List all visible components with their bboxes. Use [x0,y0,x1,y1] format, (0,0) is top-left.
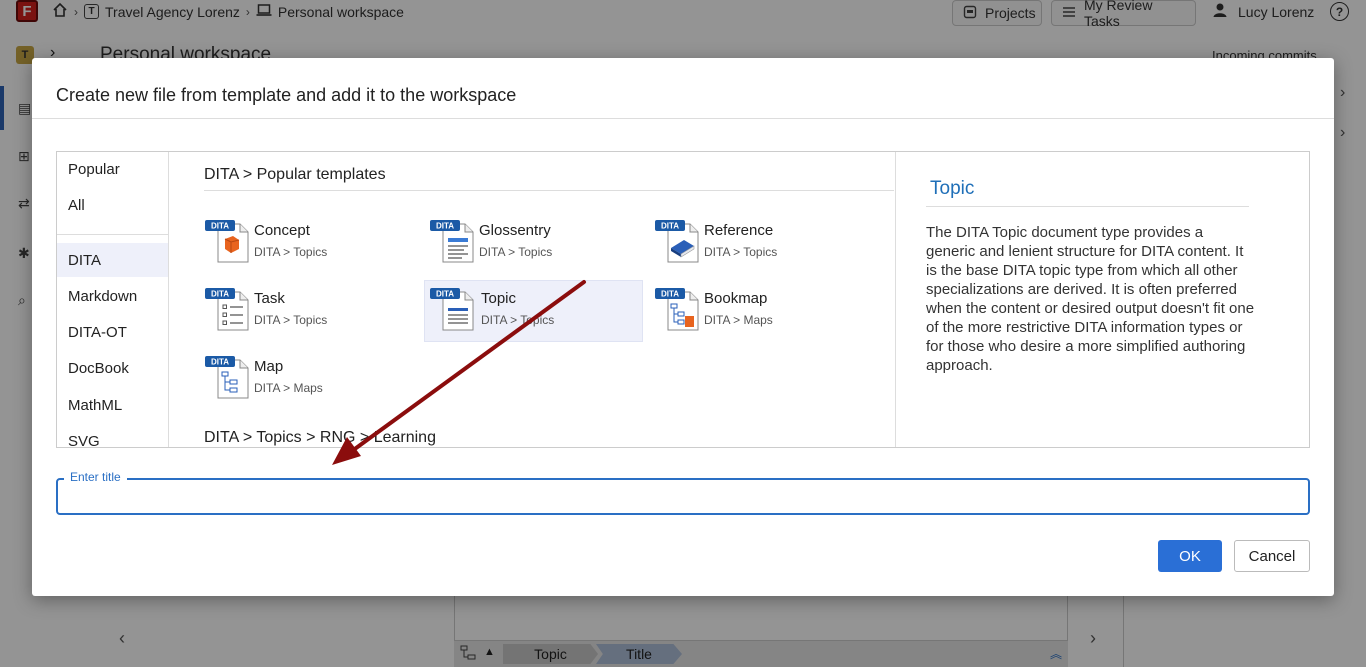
bookmap-icon: DITA [654,286,702,332]
new-file-dialog: Create new file from template and add it… [32,58,1334,596]
template-name: Reference [704,222,774,239]
title-input[interactable] [62,482,1302,511]
category-svg[interactable]: SVG [57,424,168,448]
glossentry-icon: DITA [429,218,477,264]
category-all[interactable]: All [57,188,168,222]
divider [204,190,894,191]
category-popular[interactable]: Popular [57,152,168,186]
concept-icon: DITA [204,218,252,264]
template-path: DITA > Topics [479,245,553,259]
template-path: DITA > Maps [704,313,773,327]
template-name: Bookmap [704,290,768,307]
reference-icon: DITA [654,218,702,264]
divider [57,234,168,235]
template-card-map[interactable]: DITA Map DITA > Maps [202,350,421,412]
details-title: Topic [930,178,975,199]
section-heading: DITA > Popular templates [204,166,386,183]
category-dita-ot[interactable]: DITA-OT [57,315,168,349]
template-name: Task [254,290,285,307]
template-path: DITA > Topics [704,245,778,259]
title-field[interactable] [56,478,1310,515]
task-icon: DITA [204,286,252,332]
template-card-bookmap[interactable]: DITA Bookmap DITA > Maps [652,282,871,344]
map-icon: DITA [204,354,252,400]
template-path: DITA > Maps [254,381,323,395]
svg-text:DITA: DITA [661,222,679,231]
cancel-button[interactable]: Cancel [1234,540,1310,572]
divider [32,118,1334,119]
template-grid: DITA > Popular templates DITA Concept DI… [169,152,895,447]
template-details: Topic The DITA Topic document type provi… [895,152,1309,447]
category-list: Popular All DITA Markdown DITA-OT DocBoo… [57,152,169,447]
svg-text:DITA: DITA [436,290,454,299]
details-description: The DITA Topic document type provides a … [926,224,1255,374]
section-heading: DITA > Topics > RNG > Learning [204,429,436,446]
ok-button[interactable]: OK [1158,540,1222,572]
category-mathml[interactable]: MathML [57,388,168,422]
template-name: Topic [481,290,517,307]
template-card-concept[interactable]: DITA Concept DITA > Topics [202,214,421,276]
dialog-title: Create new file from template and add it… [56,85,517,105]
category-markdown[interactable]: Markdown [57,279,168,313]
category-dita[interactable]: DITA [57,243,168,277]
template-card-reference[interactable]: DITA Reference DITA > Topics [652,214,871,276]
template-path: DITA > Topics [254,245,328,259]
template-browser: Popular All DITA Markdown DITA-OT DocBoo… [56,151,1310,448]
template-path: DITA > Topics [481,313,555,327]
svg-text:DITA: DITA [211,222,229,231]
template-name: Concept [254,222,310,239]
svg-text:DITA: DITA [211,290,229,299]
title-field-label: Enter title [64,470,127,484]
template-name: Map [254,358,284,375]
template-path: DITA > Topics [254,313,328,327]
divider [926,206,1249,207]
svg-text:DITA: DITA [211,358,229,367]
template-name: Glossentry [479,222,551,239]
template-card-topic[interactable]: DITA Topic DITA > Topics [424,280,643,342]
svg-text:DITA: DITA [436,222,454,231]
svg-text:DITA: DITA [661,290,679,299]
category-docbook[interactable]: DocBook [57,351,168,385]
topic-icon: DITA [429,286,477,332]
template-card-task[interactable]: DITA Task DITA > Topics [202,282,421,344]
template-card-glossentry[interactable]: DITA Glossentry DITA > Topics [427,214,646,276]
